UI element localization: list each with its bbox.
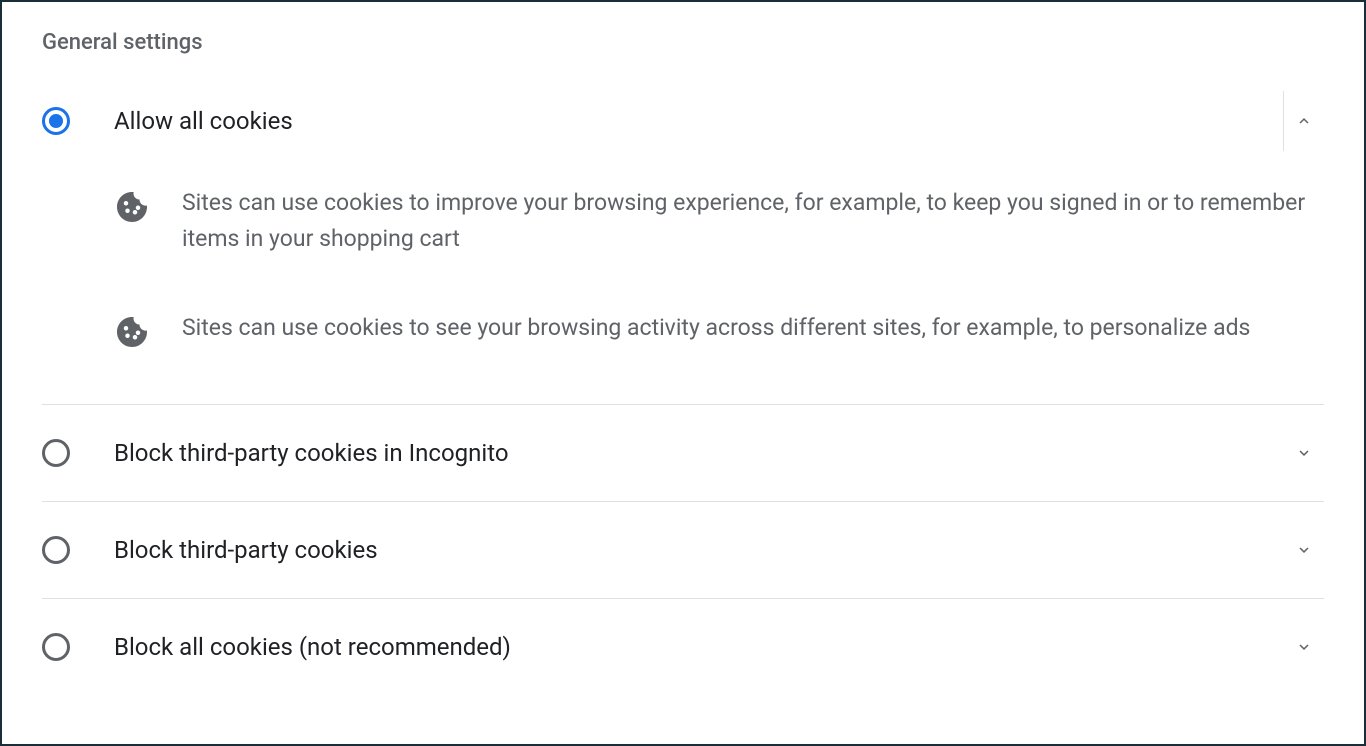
cookie-icon <box>114 189 150 225</box>
option-allow-all-cookies[interactable]: Allow all cookies <box>2 73 1364 169</box>
radio-allow-all-cookies[interactable] <box>42 107 70 135</box>
collapse-button[interactable] <box>1284 101 1324 141</box>
expand-button[interactable] <box>1284 627 1324 667</box>
option-label: Allow all cookies <box>114 107 1284 135</box>
cookie-icon <box>114 314 150 350</box>
option-details: Sites can use cookies to improve your br… <box>2 185 1364 350</box>
option-block-all-cookies[interactable]: Block all cookies (not recommended) <box>42 598 1324 695</box>
settings-panel: General settings Allow all cookies Sites… <box>0 0 1366 746</box>
section-title: General settings <box>2 30 1364 73</box>
detail-text: Sites can use cookies to improve your br… <box>182 185 1324 256</box>
expand-button[interactable] <box>1284 433 1324 473</box>
radio-block-third-party-incognito[interactable] <box>42 439 70 467</box>
detail-text: Sites can use cookies to see your browsi… <box>182 310 1250 346</box>
option-label: Block all cookies (not recommended) <box>114 633 1284 661</box>
chevron-down-icon <box>1295 638 1313 656</box>
detail-item: Sites can use cookies to improve your br… <box>114 185 1324 256</box>
option-block-third-party-incognito[interactable]: Block third-party cookies in Incognito <box>42 404 1324 501</box>
chevron-down-icon <box>1295 444 1313 462</box>
chevron-up-icon <box>1295 112 1313 130</box>
detail-item: Sites can use cookies to see your browsi… <box>114 310 1324 350</box>
chevron-down-icon <box>1295 541 1313 559</box>
option-block-third-party[interactable]: Block third-party cookies <box>42 501 1324 598</box>
option-label: Block third-party cookies in Incognito <box>114 439 1284 467</box>
expand-button[interactable] <box>1284 530 1324 570</box>
radio-block-third-party[interactable] <box>42 536 70 564</box>
option-label: Block third-party cookies <box>114 536 1284 564</box>
radio-block-all-cookies[interactable] <box>42 633 70 661</box>
